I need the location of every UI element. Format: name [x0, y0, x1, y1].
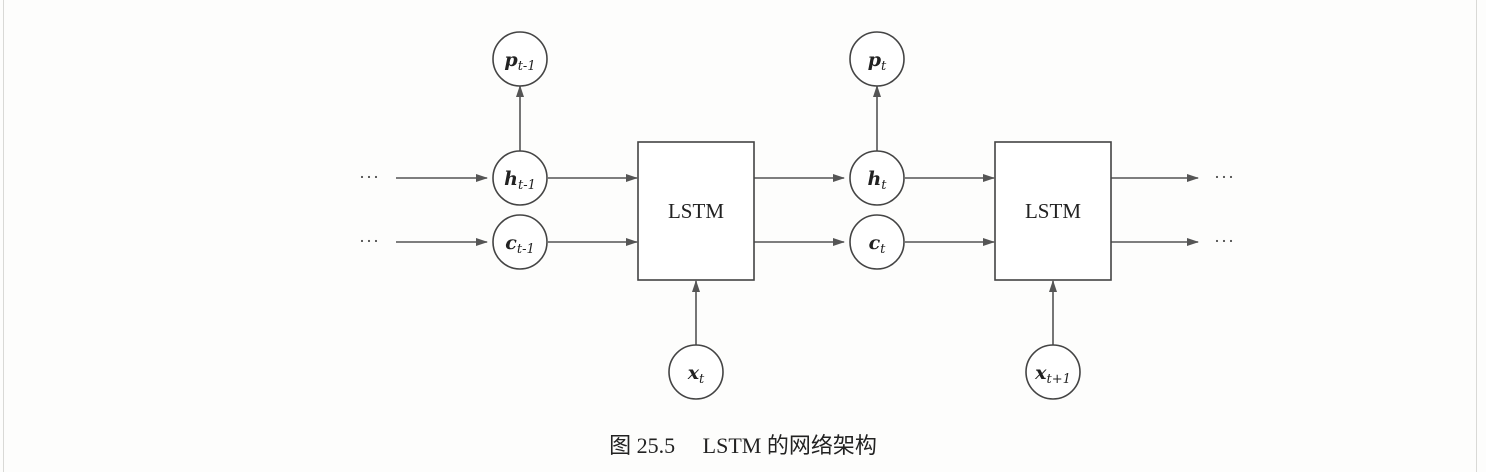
- node-h-t-sub: t: [881, 178, 887, 193]
- node-c-t: ct: [849, 214, 905, 270]
- node-x-t: xt: [668, 344, 724, 400]
- node-x-t-sub: t: [699, 372, 705, 387]
- node-x-next-sub: t+1: [1046, 372, 1070, 387]
- node-x-next-main: x: [1034, 362, 1047, 384]
- ellipsis-right-bottom: ···: [1214, 231, 1235, 251]
- lstm-diagram: ··· ··· ··· ··· LSTM LSTM pt-1 pt ht-1 c…: [359, 31, 1235, 400]
- node-c-prev: ct-1: [492, 214, 548, 270]
- node-x-t-main: x: [687, 362, 700, 384]
- figure-caption: 图 25.5 LSTM 的网络架构: [0, 428, 1486, 460]
- node-h-t-main: h: [867, 168, 881, 190]
- node-p-prev-sub: t-1: [518, 59, 536, 74]
- node-h-prev-sub: t-1: [518, 178, 536, 193]
- ellipsis-left-top: ···: [359, 167, 380, 187]
- node-x-next: xt+1: [1025, 344, 1081, 400]
- ellipsis-left-bottom: ···: [359, 231, 380, 251]
- lstm-label-2: LSTM: [1025, 199, 1081, 223]
- node-c-prev-main: c: [505, 232, 517, 254]
- figure-number: 图 25.5: [609, 433, 676, 458]
- figure-title: LSTM 的网络架构: [702, 433, 877, 458]
- node-c-t-main: c: [869, 232, 881, 254]
- lstm-block-1: LSTM: [637, 141, 755, 281]
- node-p-prev-main: p: [504, 49, 518, 71]
- node-h-prev-main: h: [504, 168, 518, 190]
- node-p-t-main: p: [868, 49, 882, 71]
- node-p-t: pt: [849, 31, 905, 87]
- caption-gap: [675, 433, 703, 458]
- ellipsis-right-top: ···: [1214, 167, 1235, 187]
- node-h-prev: ht-1: [492, 150, 548, 206]
- node-p-prev: pt-1: [492, 31, 548, 87]
- lstm-block-2: LSTM: [994, 141, 1112, 281]
- node-p-t-sub: t: [881, 59, 887, 74]
- node-h-t: ht: [849, 150, 905, 206]
- lstm-label-1: LSTM: [668, 199, 724, 223]
- node-c-t-sub: t: [880, 242, 886, 257]
- node-c-prev-sub: t-1: [517, 242, 535, 257]
